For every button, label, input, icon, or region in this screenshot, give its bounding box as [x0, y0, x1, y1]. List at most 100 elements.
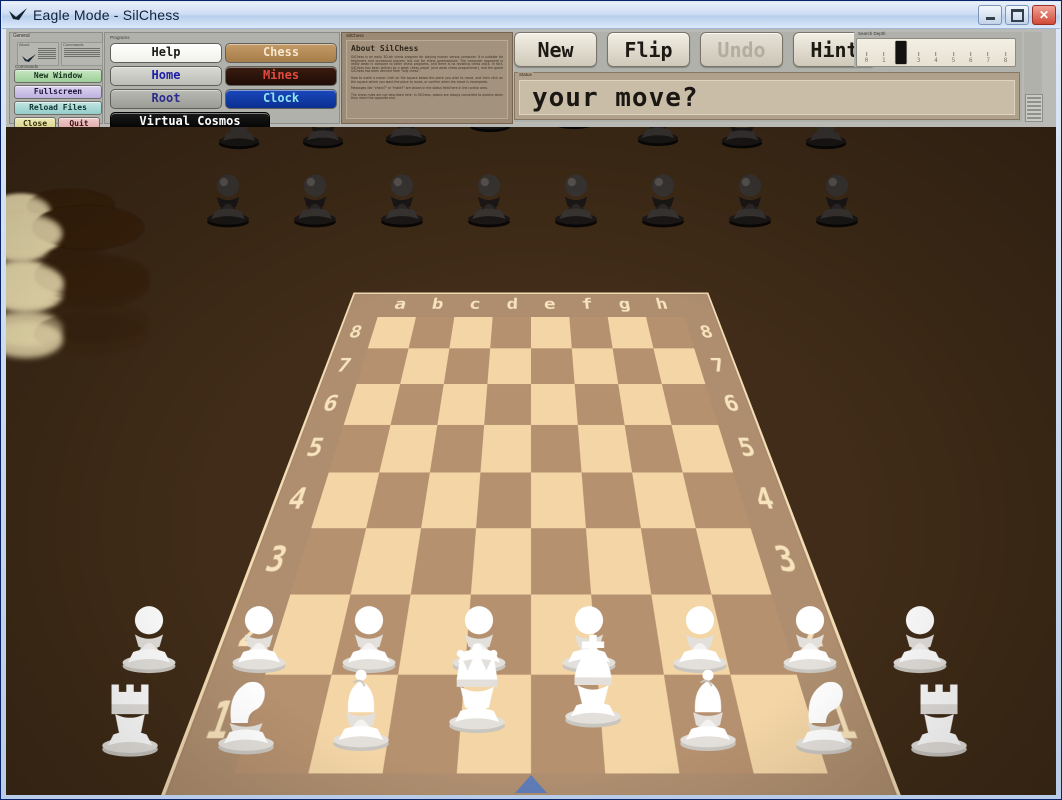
- chess-piece-black-pawn-c7[interactable]: [367, 149, 437, 233]
- close-button[interactable]: ✕: [1032, 5, 1056, 25]
- piece-highlight: [6, 215, 61, 252]
- piece-shadow: [26, 253, 110, 285]
- piece-highlight: [6, 197, 50, 226]
- piece-shadow: [26, 190, 114, 223]
- root-button[interactable]: Root: [110, 89, 222, 109]
- piece-model: [893, 631, 985, 786]
- about-silchess-body: SilChess is an early 3D-ish chess progra…: [351, 55, 503, 101]
- chess-piece-black-pawn-f7[interactable]: [628, 149, 698, 233]
- piece-highlight: [6, 263, 64, 301]
- piece-shadow: [32, 207, 143, 248]
- new-window-button[interactable]: New Window: [14, 69, 102, 83]
- chess-scene[interactable]: abcdefgh abcdefgh 87654321 87654321: [6, 127, 1056, 795]
- piece-shadow: [33, 301, 150, 344]
- piece-highlight: [6, 197, 50, 226]
- board-square-c4[interactable]: [421, 472, 481, 529]
- maximize-button[interactable]: [1005, 5, 1029, 25]
- flip-board-button[interactable]: Flip: [607, 32, 690, 67]
- chess-piece-black-pawn-b7[interactable]: [280, 149, 350, 233]
- chess-piece-white-knight-g1[interactable]: [778, 627, 870, 786]
- board-square-f6[interactable]: [574, 384, 625, 425]
- board-square-e4[interactable]: [531, 472, 586, 529]
- version-text-lines: [64, 48, 100, 58]
- search-depth-slider[interactable]: Search Depth 012345678: [854, 31, 1018, 67]
- chess-button[interactable]: Chess: [225, 43, 337, 63]
- file-label: h: [653, 295, 670, 313]
- version-subpanel[interactable]: Commands: [61, 42, 103, 66]
- search-depth-handle[interactable]: [895, 41, 907, 64]
- programs-column-right: Chess Mines Clock: [225, 43, 337, 112]
- board-square-b8[interactable]: [408, 316, 455, 349]
- chess-piece-white-queen-d1[interactable]: [431, 584, 523, 786]
- chess-piece-white-king-e1[interactable]: [546, 573, 638, 786]
- piece-model: [193, 149, 263, 233]
- file-label: c: [468, 295, 482, 313]
- board-square-c7[interactable]: [443, 348, 491, 385]
- chess-piece-black-pawn-e7[interactable]: [541, 149, 611, 233]
- board-square-e5[interactable]: [531, 424, 582, 473]
- board-square-f4[interactable]: [581, 472, 641, 529]
- search-depth-track[interactable]: 012345678: [856, 38, 1016, 67]
- board-square-c6[interactable]: [437, 384, 488, 425]
- board-square-d6[interactable]: [484, 384, 531, 425]
- piece-model: [454, 149, 524, 233]
- chess-piece-white-rook-h1[interactable]: [893, 631, 985, 786]
- chess-piece-white-bishop-f1[interactable]: [662, 620, 754, 786]
- piece-highlight: [6, 267, 48, 295]
- board-square-e6[interactable]: [531, 384, 578, 425]
- clock-button[interactable]: Clock: [225, 89, 337, 109]
- status-caption: Status: [518, 72, 533, 78]
- status-field: your move?: [519, 80, 1015, 115]
- about-subpanel[interactable]: About: [17, 42, 59, 66]
- chess-piece-white-knight-b1[interactable]: [200, 627, 292, 786]
- chess-piece-black-pawn-h7[interactable]: [802, 149, 872, 233]
- board-square-c8[interactable]: [449, 316, 493, 349]
- board-square-b5[interactable]: [379, 424, 438, 473]
- chess-piece-white-rook-a1[interactable]: [84, 631, 176, 786]
- about-silchess-panel[interactable]: SilChess About SilChess SilChess is an e…: [341, 32, 513, 124]
- reload-files-button[interactable]: Reload Files: [14, 101, 102, 115]
- mines-button[interactable]: Mines: [225, 66, 337, 86]
- right-collapsed-panel[interactable]: [1024, 32, 1043, 122]
- board-square-d8[interactable]: [490, 316, 531, 349]
- search-depth-tick: 1: [882, 52, 886, 64]
- chess-piece-black-pawn-d7[interactable]: [454, 149, 524, 233]
- new-game-button[interactable]: New: [514, 32, 597, 67]
- chess-piece-black-pawn-a7[interactable]: [193, 149, 263, 233]
- chess-piece-black-pawn-g7[interactable]: [715, 149, 785, 233]
- piece-shadow: [32, 207, 143, 248]
- board-square-b7[interactable]: [400, 348, 450, 385]
- board-square-f5[interactable]: [577, 424, 633, 473]
- board-square-d4[interactable]: [476, 472, 531, 529]
- help-button[interactable]: Help: [110, 43, 222, 63]
- piece-shadow: [32, 207, 143, 248]
- piece-model: [280, 149, 350, 233]
- fullscreen-button[interactable]: Fullscreen: [14, 85, 102, 99]
- chess-command-buttons: New Flip Undo Hint: [514, 32, 876, 67]
- board-square-b6[interactable]: [390, 384, 444, 425]
- board-square-d7[interactable]: [487, 348, 531, 385]
- move-marker-triangle: [515, 775, 547, 793]
- file-label: f: [580, 295, 594, 313]
- search-depth-tick: 4: [934, 52, 938, 64]
- board-square-e8[interactable]: [531, 316, 572, 349]
- board-square-f8[interactable]: [569, 316, 613, 349]
- minimize-button[interactable]: [978, 5, 1002, 25]
- piece-model: [662, 620, 754, 786]
- piece-highlight: [6, 321, 64, 359]
- piece-shadow: [33, 312, 150, 355]
- window-title: Eagle Mode - SilChess: [33, 7, 180, 23]
- board-square-c5[interactable]: [429, 424, 485, 473]
- undo-move-button[interactable]: Undo: [700, 32, 783, 67]
- piece-shadow: [32, 207, 143, 248]
- general-buttons: New Window Fullscreen Reload Files Close…: [14, 69, 102, 133]
- collapsed-list-icon[interactable]: [1025, 94, 1043, 122]
- board-square-d5[interactable]: [480, 424, 531, 473]
- board-square-e7[interactable]: [531, 348, 575, 385]
- piece-shadow: [32, 207, 143, 248]
- home-button[interactable]: Home: [110, 66, 222, 86]
- board-square-f7[interactable]: [571, 348, 619, 385]
- chess-piece-white-bishop-c1[interactable]: [315, 620, 407, 786]
- piece-highlight: [6, 226, 48, 253]
- piece-highlight: [6, 274, 64, 312]
